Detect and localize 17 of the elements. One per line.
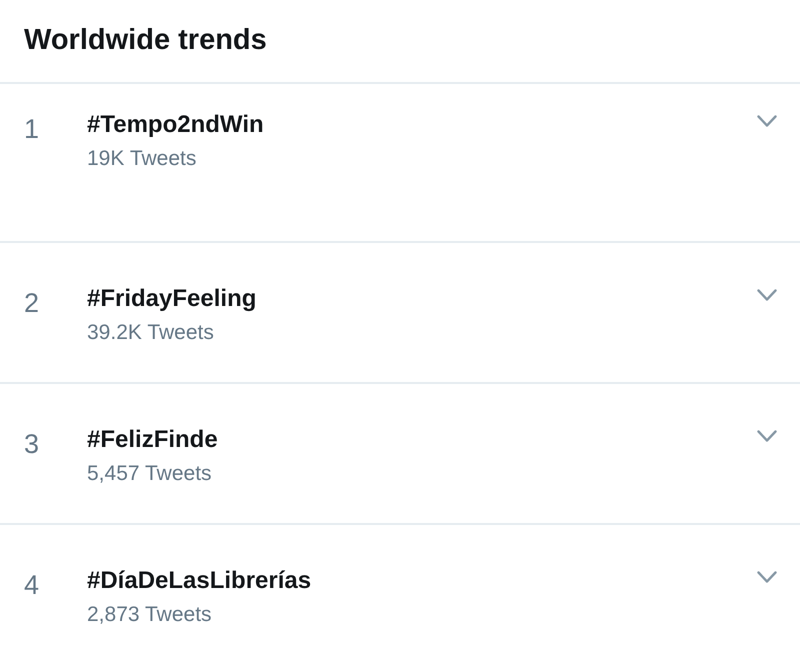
tweet-count: 19K Tweets xyxy=(87,146,196,172)
trend-hashtag[interactable]: #DíaDeLasLibrerías xyxy=(87,566,312,596)
trend-rank: 3 xyxy=(24,428,40,459)
chevron-down-icon[interactable] xyxy=(757,430,777,442)
trend-hashtag[interactable]: #Tempo2ndWin xyxy=(87,110,264,140)
trend-hashtag[interactable]: #FelizFinde xyxy=(87,425,218,455)
chevron-down-icon[interactable] xyxy=(757,289,777,301)
tweet-count: 5,457 Tweets xyxy=(87,461,212,487)
trend-rank: 4 xyxy=(24,569,40,600)
tweet-count: 2,873 Tweets xyxy=(87,602,212,628)
trend-rank: 2 xyxy=(24,287,40,318)
chevron-down-icon[interactable] xyxy=(757,115,777,127)
chevron-down-icon[interactable] xyxy=(757,571,777,583)
panel-title: Worldwide trends xyxy=(24,23,267,58)
trend-rank: 1 xyxy=(24,113,40,144)
trend-hashtag[interactable]: #FridayFeeling xyxy=(87,284,256,314)
tweet-count: 39.2K Tweets xyxy=(87,320,214,346)
